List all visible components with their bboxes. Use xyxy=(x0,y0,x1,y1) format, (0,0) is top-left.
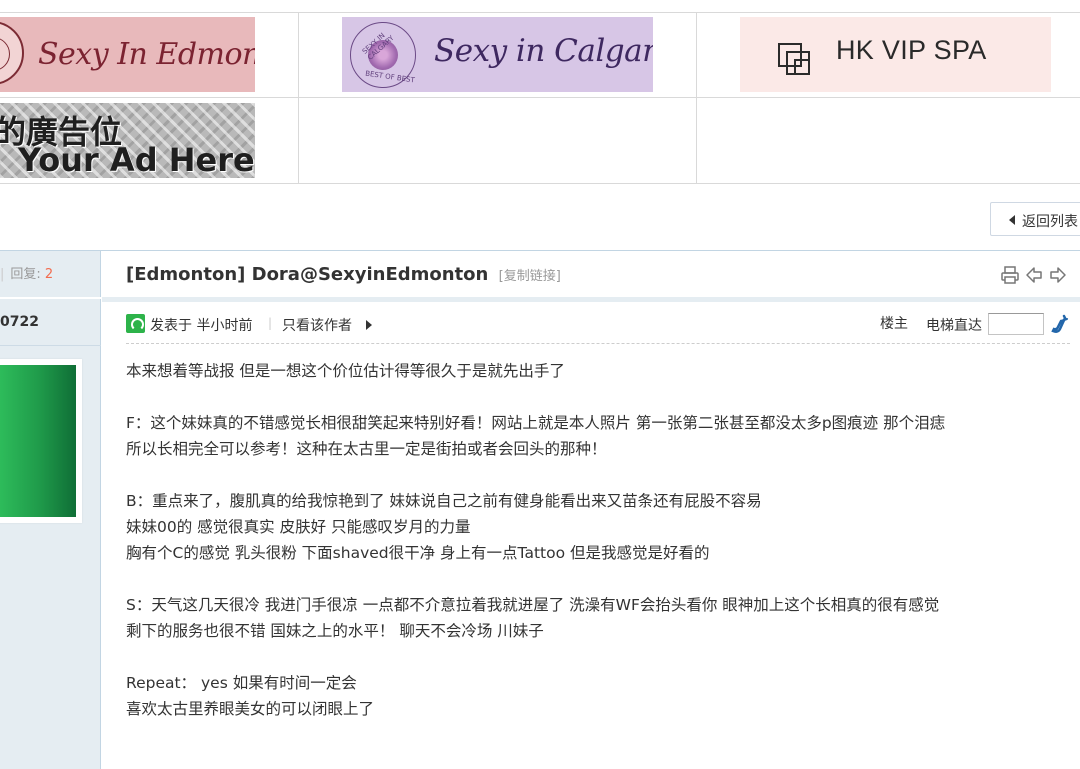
back-to-list-label: 返回列表 xyxy=(1022,214,1078,230)
caret-left-icon xyxy=(1009,215,1015,225)
ad-hk-vip-spa[interactable]: HK VIP SPA xyxy=(740,17,1051,92)
back-to-list-button[interactable]: 返回列表 xyxy=(990,202,1080,236)
author-sidebar: | 回复: 2 0722 xyxy=(0,251,101,769)
print-icon[interactable] xyxy=(1000,265,1020,285)
edmonton-seal-logo xyxy=(0,21,24,85)
next-thread-icon[interactable] xyxy=(1048,265,1068,285)
post-line: S：天气这几天很冷 我进门手很凉 一点都不介意拉着我就进屋了 洗澡有WF会抬头看… xyxy=(126,596,940,614)
page-title: [Edmonton] Dora@SexyinEdmonton [复制链接] xyxy=(126,264,561,285)
author-username[interactable]: 0722 xyxy=(0,314,39,330)
post-line: F：这个妹妹真的不错感觉长相很甜笑起来特别好看！网站上就是本人照片 第一张第二张… xyxy=(126,414,946,432)
seal-bottom-text: BEST OF BEST xyxy=(364,69,416,85)
ad-sexy-in-edmonton[interactable]: Sexy In Edmonton xyxy=(0,17,255,92)
ad-your-ad-here[interactable]: 的廣告位 Your Ad Here xyxy=(0,103,255,178)
post-line: 妹妹00的 感觉很真实 皮肤好 只能感叹岁月的力量 xyxy=(126,518,471,536)
ad-sexy-in-calgary[interactable]: SEXY IN CALGARY BEST OF BEST Sexy in Cal… xyxy=(342,17,653,92)
ad-placeholder-en: Your Ad Here xyxy=(18,141,255,178)
post-line: 剩下的服务也很不错 国妹之上的水平！ 聊天不会冷场 川妹子 xyxy=(126,622,544,640)
grid-divider xyxy=(298,12,299,184)
jump-to-floor-input[interactable] xyxy=(988,313,1044,335)
floor-label: 楼主 xyxy=(880,316,908,332)
view-author-only-link[interactable]: 只看该作者 xyxy=(282,315,352,335)
grid-divider xyxy=(0,183,1080,184)
thread-post: | 回复: 2 0722 [Edmonton] Dora@SexyinEdmont… xyxy=(0,250,1080,769)
hk-spa-logo-icon xyxy=(778,43,818,83)
online-status-icon xyxy=(126,314,145,333)
post-line: Repeat： yes 如果有时间一定会 xyxy=(126,674,357,692)
ad-hk-text: HK VIP SPA xyxy=(836,35,987,65)
post-line: 胸有个C的感觉 乳头很粉 下面shaved很干净 身上有一点Tattoo 但是我… xyxy=(126,544,710,562)
replies-label: 回复: xyxy=(10,267,41,282)
post-line: 本来想着等战报 但是一想这个价位估计得等很久于是就先出手了 xyxy=(126,362,565,380)
jump-to-floor-label: 电梯直达 xyxy=(926,318,982,334)
post-time: 发表于 半小时前 xyxy=(150,318,253,334)
prev-thread-icon[interactable] xyxy=(1024,265,1044,285)
post-content: 本来想着等战报 但是一想这个价位估计得等很久于是就先出手了 F：这个妹妹真的不错… xyxy=(126,358,1070,722)
post-meta: 发表于 半小时前 | 只看该作者 楼主 电梯直达 xyxy=(126,313,1070,343)
grid-divider xyxy=(696,12,697,184)
post-line: B：重点来了，腹肌真的给我惊艳到了 妹妹说自己之前有健身能看出来又苗条还有屁股不… xyxy=(126,492,762,510)
reply-stats: | 回复: 2 xyxy=(0,267,54,282)
avatar[interactable] xyxy=(0,359,82,523)
thread-title: [Edmonton] Dora@SexyinEdmonton xyxy=(126,264,489,285)
grid-divider xyxy=(0,12,1080,13)
thread-tools xyxy=(1000,265,1070,285)
thread-title-bar: [Edmonton] Dora@SexyinEdmonton [复制链接] xyxy=(102,251,1080,297)
ad-banner-grid: Sexy In Edmonton SEXY IN CALGARY BEST OF… xyxy=(0,0,1080,184)
post-line: 所以长相完全可以参考！这种在太古里一定是街拍或者会回头的那种！ xyxy=(126,440,607,458)
seal-top-text: SEXY IN CALGARY xyxy=(360,31,396,62)
calgary-seal-logo: SEXY IN CALGARY BEST OF BEST xyxy=(350,22,416,88)
copy-link[interactable]: [复制链接] xyxy=(499,269,561,284)
ad-edmonton-text: Sexy In Edmonton xyxy=(38,37,255,72)
caret-right-icon xyxy=(366,320,372,330)
ad-calgary-text: Sexy in Calgary xyxy=(434,33,653,69)
post-line: 喜欢太古里养眼美女的可以闭眼上了 xyxy=(126,700,375,718)
jump-go-icon[interactable] xyxy=(1050,313,1070,335)
replies-count: 2 xyxy=(44,267,54,282)
grid-divider xyxy=(0,97,1080,98)
